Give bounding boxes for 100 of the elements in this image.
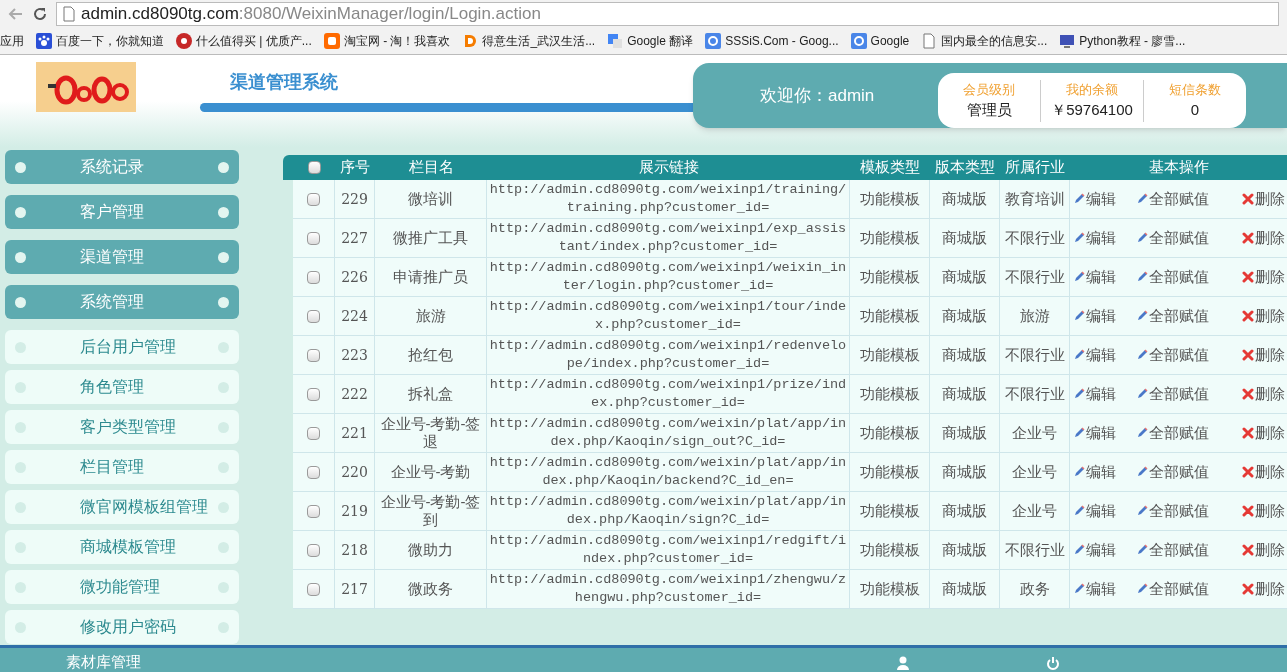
sidebar-item[interactable]: 微功能管理	[5, 570, 239, 604]
assign-all-link[interactable]: 全部赋值	[1133, 226, 1230, 250]
assign-all-link[interactable]: 全部赋值	[1133, 343, 1230, 367]
checkbox[interactable]	[307, 426, 320, 440]
edit-link[interactable]: 编辑	[1070, 187, 1133, 211]
sidebar-item[interactable]: 客户类型管理	[5, 410, 239, 444]
bookmark[interactable]: Google 翻译	[607, 32, 694, 50]
system-title: 渠道管理系统	[229, 71, 339, 94]
delete-link[interactable]: 删除	[1230, 304, 1287, 328]
checkbox[interactable]	[307, 465, 320, 479]
checkbox[interactable]	[307, 543, 320, 557]
checkbox[interactable]	[307, 231, 320, 245]
table-cell-text: 功能模板	[859, 422, 920, 443]
table-cell-text: 企业号	[1012, 422, 1057, 443]
pencil-icon	[1136, 271, 1148, 283]
delete-link[interactable]: 删除	[1230, 226, 1287, 250]
table-cell-text: 商城版	[942, 188, 987, 209]
delete-link[interactable]: 删除	[1230, 421, 1287, 445]
pencil-icon	[1073, 388, 1085, 400]
bookmark[interactable]: 百度一下，你就知道	[36, 32, 164, 50]
edit-link[interactable]: 编辑	[1070, 421, 1133, 445]
delete-link[interactable]: 删除	[1230, 382, 1287, 406]
pencil-icon	[1073, 544, 1085, 556]
pencil-icon	[1073, 349, 1085, 361]
checkbox[interactable]	[307, 504, 320, 518]
pencil-icon	[1073, 427, 1085, 439]
pencil-icon	[1073, 232, 1085, 244]
address-bar[interactable]: admin.cd8090tg.com:8080/WeixinManager/login/Login.action	[56, 2, 1279, 26]
assign-all-link[interactable]: 全部赋值	[1133, 577, 1230, 601]
column-header: 展示链接	[637, 157, 700, 178]
bookmark[interactable]: 国内最全的信息安...	[921, 32, 1048, 50]
assign-all-link[interactable]: 全部赋值	[1133, 265, 1230, 289]
assign-all-link[interactable]: 全部赋值	[1133, 421, 1230, 445]
delete-link[interactable]: 删除	[1230, 460, 1287, 484]
bookmark[interactable]: 得意生活_武汉生活...	[462, 32, 596, 50]
edit-link[interactable]: 编辑	[1070, 265, 1133, 289]
table-cell-text: 229	[341, 189, 368, 209]
table-cell: 企业号-考勤-签到	[379, 493, 482, 529]
pencil-icon	[1073, 505, 1085, 517]
cross-icon	[1242, 583, 1254, 595]
power-icon[interactable]	[1046, 656, 1060, 670]
assign-all-link[interactable]: 全部赋值	[1133, 187, 1230, 211]
assign-all-link[interactable]: 全部赋值	[1133, 538, 1230, 562]
checkbox[interactable]	[307, 309, 320, 323]
edit-link[interactable]: 编辑	[1070, 460, 1133, 484]
edit-link[interactable]: 编辑	[1070, 226, 1133, 250]
column-header: 基本操作	[1147, 157, 1210, 178]
sidebar-item[interactable]: 微官网模板组管理	[5, 490, 239, 524]
stat-value: 0	[1190, 100, 1200, 120]
delete-link[interactable]: 删除	[1230, 343, 1287, 367]
pencil-icon	[1136, 583, 1148, 595]
user-icon[interactable]	[896, 656, 910, 670]
delete-link[interactable]: 删除	[1230, 577, 1287, 601]
checkbox[interactable]	[307, 161, 321, 174]
delete-link[interactable]: 删除	[1230, 265, 1287, 289]
bookmark[interactable]: 应用	[0, 32, 24, 50]
bookmark[interactable]: 淘宝网 - 淘！我喜欢	[323, 32, 451, 50]
reload-icon[interactable]	[32, 6, 48, 22]
table-cell: 申请推广员	[393, 268, 468, 286]
stat-value: 管理员	[966, 100, 1012, 120]
cross-icon	[1242, 271, 1254, 283]
checkbox[interactable]	[307, 192, 320, 206]
edit-link[interactable]: 编辑	[1070, 304, 1133, 328]
checkbox[interactable]	[307, 387, 320, 401]
edit-link[interactable]: 编辑	[1070, 577, 1133, 601]
bookmark[interactable]: Python教程 - 廖雪...	[1059, 32, 1186, 50]
bookmark[interactable]: 什么值得买 | 优质产...	[176, 32, 312, 50]
table-cell-text: 旅游	[1019, 305, 1050, 326]
edit-link[interactable]: 编辑	[1070, 343, 1133, 367]
assign-all-link[interactable]: 全部赋值	[1133, 460, 1230, 484]
back-arrow-icon[interactable]	[8, 6, 24, 22]
sidebar-item[interactable]: 修改用户密码	[5, 610, 239, 644]
delete-link[interactable]: 删除	[1230, 499, 1287, 523]
bookmark[interactable]: Google	[850, 32, 910, 50]
table-cell-text: 商城版	[942, 227, 987, 248]
pencil-icon	[1073, 310, 1085, 322]
cross-icon	[1242, 427, 1254, 439]
assign-all-link[interactable]: 全部赋值	[1133, 304, 1230, 328]
sidebar-item[interactable]: 角色管理	[5, 370, 239, 404]
table-cell-text: 不限行业	[1004, 539, 1065, 560]
table-cell: 微助力	[408, 541, 453, 559]
checkbox[interactable]	[307, 270, 320, 284]
checkbox[interactable]	[307, 582, 320, 596]
bookmark[interactable]: SSSiS.Com - Goog...	[705, 32, 839, 50]
sidebar-item[interactable]: 栏目管理	[5, 450, 239, 484]
table-cell-text: 219	[341, 501, 368, 521]
table-cell-text: 商城版	[942, 461, 987, 482]
table-cell: 微政务	[408, 580, 453, 598]
edit-link[interactable]: 编辑	[1070, 499, 1133, 523]
pencil-icon	[1136, 388, 1148, 400]
edit-link[interactable]: 编辑	[1070, 538, 1133, 562]
edit-link[interactable]: 编辑	[1070, 382, 1133, 406]
assign-all-link[interactable]: 全部赋值	[1133, 382, 1230, 406]
cross-icon	[1242, 388, 1254, 400]
sidebar-item[interactable]: 后台用户管理	[5, 330, 239, 364]
sidebar-item[interactable]: 商城模板管理	[5, 530, 239, 564]
delete-link[interactable]: 删除	[1230, 187, 1287, 211]
delete-link[interactable]: 删除	[1230, 538, 1287, 562]
assign-all-link[interactable]: 全部赋值	[1133, 499, 1230, 523]
checkbox[interactable]	[307, 348, 320, 362]
